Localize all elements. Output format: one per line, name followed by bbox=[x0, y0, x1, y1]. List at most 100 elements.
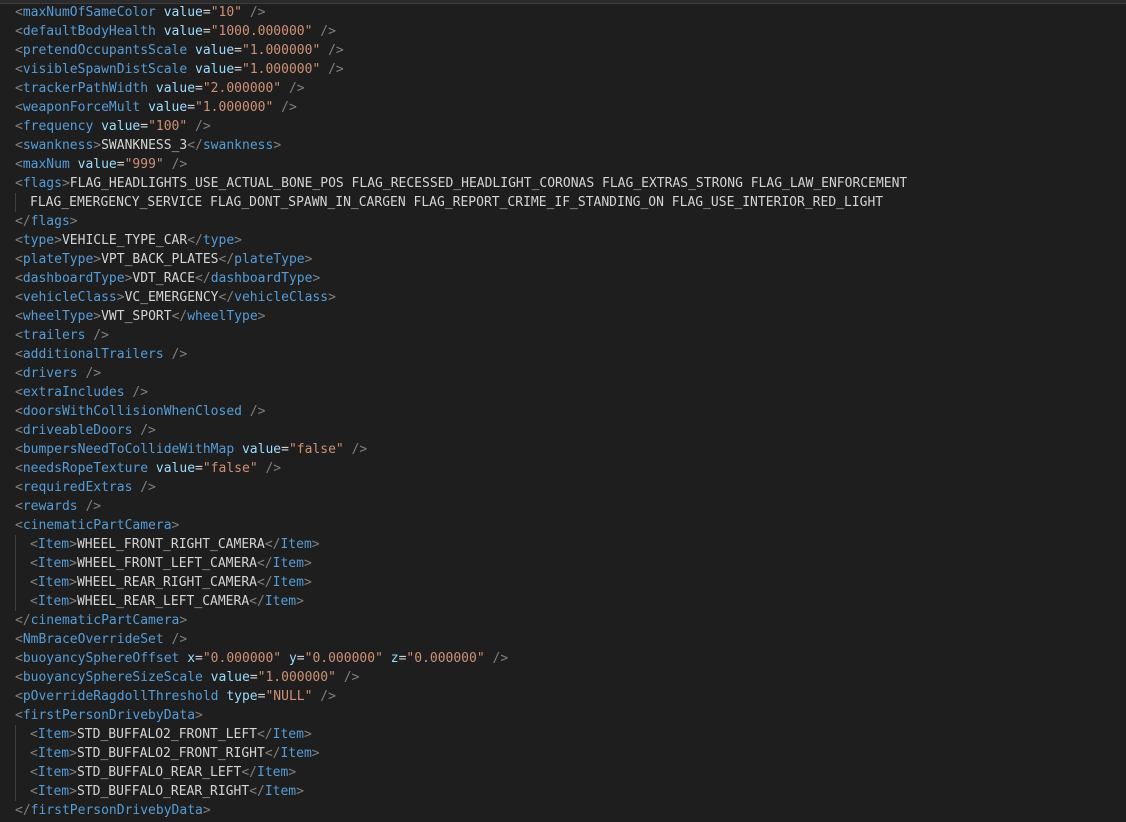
code-line[interactable]: </cinematicPartCamera> bbox=[15, 611, 907, 630]
code-token: value bbox=[155, 461, 196, 476]
code-line[interactable]: <Item>WHEEL_FRONT_RIGHT_CAMERA</Item> bbox=[15, 535, 907, 554]
code-line[interactable]: <dashboardType>VDT_RACE</dashboardType> bbox=[15, 269, 907, 288]
code-line[interactable]: <wheelType>VWT_SPORT</wheelType> bbox=[15, 307, 907, 326]
code-line[interactable]: <trailers /> bbox=[15, 326, 907, 345]
indent-guide bbox=[15, 592, 16, 611]
code-line[interactable]: <frequency value="100" /> bbox=[15, 117, 907, 136]
code-token: pretendOccupantsScale bbox=[22, 43, 188, 58]
code-editor[interactable]: <maxNumOfSameColor value="10" /> <default… bbox=[0, 0, 1126, 822]
code-line[interactable]: <Item>WHEEL_REAR_RIGHT_CAMERA</Item> bbox=[15, 573, 907, 592]
code-token: STD_BUFFALO_REAR_RIGHT bbox=[76, 784, 250, 799]
code-token: dashboardType bbox=[22, 271, 125, 286]
code-token: </ bbox=[187, 233, 203, 248]
code-token: bumpersNeedToCollideWithMap bbox=[22, 442, 235, 457]
code-token: < bbox=[15, 43, 23, 58]
code-token: flags bbox=[30, 214, 70, 229]
code-token: value bbox=[148, 100, 188, 115]
code-line[interactable]: <extraIncludes /> bbox=[15, 383, 907, 402]
code-token: /> bbox=[171, 632, 188, 647]
code-token: drivers bbox=[22, 366, 78, 381]
code-line[interactable]: <cinematicPartCamera> bbox=[15, 516, 907, 535]
code-line[interactable]: <Item>WHEEL_REAR_LEFT_CAMERA</Item> bbox=[15, 592, 907, 611]
code-line[interactable]: <requiredExtras /> bbox=[15, 478, 907, 497]
code-token: > bbox=[311, 537, 320, 552]
code-token: </ bbox=[264, 746, 281, 761]
code-line[interactable]: <drivers /> bbox=[15, 364, 907, 383]
code-token: "10" bbox=[210, 5, 242, 20]
code-line[interactable]: <bumpersNeedToCollideWithMap value="fals… bbox=[15, 440, 907, 459]
code-line[interactable]: <Item>STD_BUFFALO2_FRONT_RIGHT</Item> bbox=[15, 744, 907, 763]
code-line[interactable]: <driveableDoors /> bbox=[15, 421, 907, 440]
code-lines[interactable]: <maxNumOfSameColor value="10" /> <default… bbox=[15, 3, 907, 820]
code-token: value bbox=[241, 442, 282, 457]
code-token: < bbox=[15, 651, 23, 666]
code-line[interactable]: <visibleSpawnDistScale value="1.000000" … bbox=[15, 60, 907, 79]
code-line[interactable]: <trackerPathWidth value="2.000000" /> bbox=[15, 79, 907, 98]
code-token: < bbox=[15, 119, 23, 134]
code-line[interactable]: <swankness>SWANKNESS_3</swankness> bbox=[15, 136, 907, 155]
code-token: /> bbox=[265, 461, 282, 476]
code-token: > bbox=[61, 176, 70, 191]
code-line[interactable]: <rewards /> bbox=[15, 497, 907, 516]
code-line[interactable]: <buoyancySphereOffset x="0.000000" y="0.… bbox=[15, 649, 907, 668]
code-token: < bbox=[15, 309, 23, 324]
code-token: = bbox=[249, 670, 258, 685]
code-line[interactable]: </flags> bbox=[15, 212, 907, 231]
code-token: < bbox=[15, 670, 23, 685]
code-token: < bbox=[30, 537, 38, 552]
code-line[interactable]: <needsRopeTexture value="false" /> bbox=[15, 459, 907, 478]
code-line[interactable]: <firstPersonDrivebyData> bbox=[15, 706, 907, 725]
code-token: Item bbox=[257, 765, 289, 780]
code-line[interactable]: <flags>FLAG_HEADLIGHTS_USE_ACTUAL_BONE_P… bbox=[15, 174, 907, 193]
indent-guide bbox=[15, 725, 16, 744]
code-token: additionalTrailers bbox=[22, 347, 164, 362]
code-token: < bbox=[15, 461, 23, 476]
code-token: Item bbox=[264, 784, 297, 799]
code-token: > bbox=[303, 727, 312, 742]
code-token: </ bbox=[15, 613, 31, 628]
code-token: < bbox=[30, 575, 38, 590]
code-token: /> bbox=[195, 119, 211, 134]
code-line[interactable]: <doorsWithCollisionWhenClosed /> bbox=[15, 402, 907, 421]
code-line[interactable]: <Item>STD_BUFFALO2_FRONT_LEFT</Item> bbox=[15, 725, 907, 744]
code-token: </ bbox=[187, 138, 203, 153]
code-token: "1.000000" bbox=[195, 100, 274, 115]
code-line[interactable]: <maxNum value="999" /> bbox=[15, 155, 907, 174]
code-line[interactable]: <weaponForceMult value="1.000000" /> bbox=[15, 98, 907, 117]
code-token: Item bbox=[272, 727, 304, 742]
code-line[interactable]: <Item>STD_BUFFALO_REAR_LEFT</Item> bbox=[15, 763, 907, 782]
code-token: /> bbox=[171, 347, 188, 362]
code-line[interactable]: <Item>STD_BUFFALO_REAR_RIGHT</Item> bbox=[15, 782, 907, 801]
code-token: < bbox=[15, 233, 23, 248]
code-line[interactable]: </firstPersonDrivebyData> bbox=[15, 801, 907, 820]
code-line[interactable]: <plateType>VPT_BACK_PLATES</plateType> bbox=[15, 250, 907, 269]
code-token: "false" bbox=[288, 442, 344, 457]
code-line[interactable]: <defaultBodyHealth value="1000.000000" /… bbox=[15, 22, 907, 41]
code-line[interactable]: <type>VEHICLE_TYPE_CAR</type> bbox=[15, 231, 907, 250]
code-token: > bbox=[273, 138, 282, 153]
code-line[interactable]: <buoyancySphereSizeScale value="1.000000… bbox=[15, 668, 907, 687]
code-line[interactable]: <vehicleClass>VC_EMERGENCY</vehicleClass… bbox=[15, 288, 907, 307]
code-token: defaultBodyHealth bbox=[22, 24, 156, 39]
code-line[interactable]: FLAG_EMERGENCY_SERVICE FLAG_DONT_SPAWN_I… bbox=[15, 193, 907, 212]
code-line[interactable]: <Item>WHEEL_FRONT_LEFT_CAMERA</Item> bbox=[15, 554, 907, 573]
code-token: > bbox=[93, 252, 102, 267]
code-token: /> bbox=[492, 651, 509, 666]
code-token: frequency bbox=[22, 119, 94, 134]
code-token: wheelType bbox=[187, 309, 258, 324]
code-line[interactable]: <pOverrideRagdollThreshold type="NULL" /… bbox=[15, 687, 907, 706]
code-line[interactable]: <pretendOccupantsScale value="1.000000" … bbox=[15, 41, 907, 60]
code-token: < bbox=[15, 708, 23, 723]
code-line[interactable]: <NmBraceOverrideSet /> bbox=[15, 630, 907, 649]
code-line[interactable]: <maxNumOfSameColor value="10" /> bbox=[15, 3, 907, 22]
code-line[interactable]: <additionalTrailers /> bbox=[15, 345, 907, 364]
indent-guide bbox=[15, 763, 16, 782]
code-token: > bbox=[69, 727, 77, 742]
